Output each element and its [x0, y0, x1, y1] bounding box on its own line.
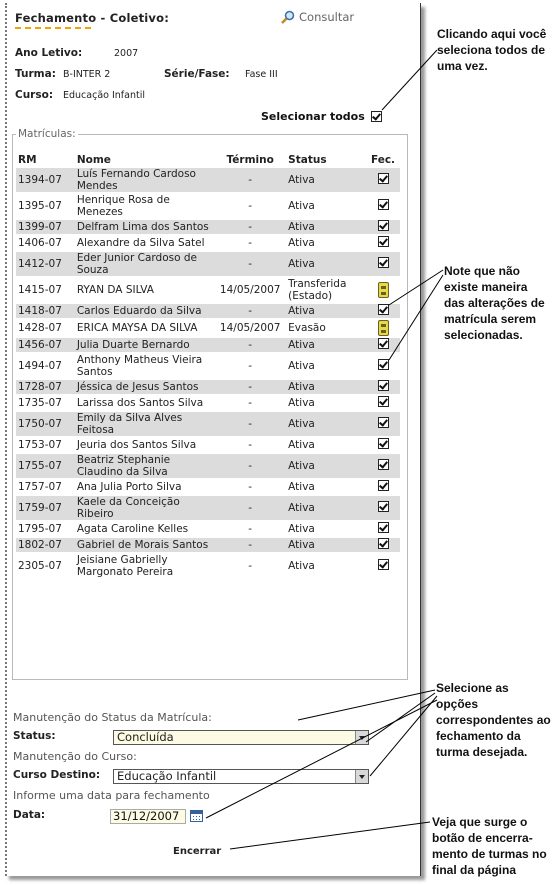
annotation-button: Veja que surge o botão de encerra-mento … — [432, 815, 547, 877]
annotation-options: Selecione as opções correspondentes ao f… — [436, 681, 551, 759]
annotation-select-all: Clicando aqui você seleciona todos de um… — [437, 27, 547, 73]
annotation-no-select: Note que não existe maneira das alteraçõ… — [444, 264, 545, 342]
